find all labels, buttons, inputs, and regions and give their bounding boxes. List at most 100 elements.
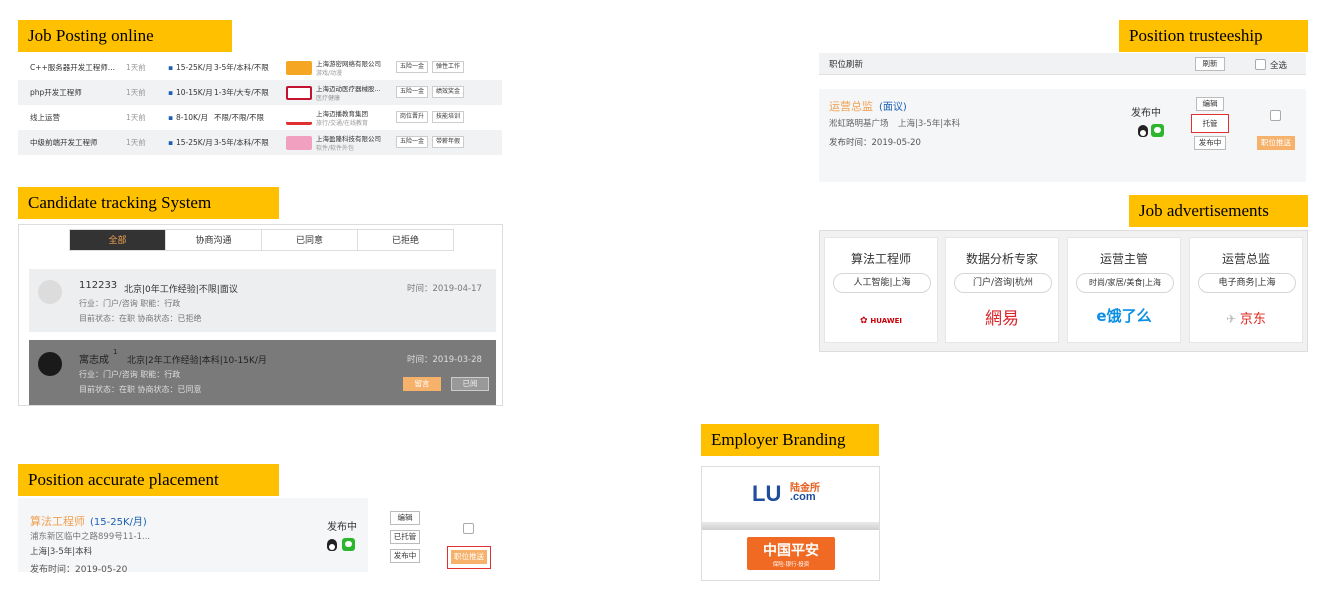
message-button[interactable]: 留言 xyxy=(403,377,441,391)
benefit-tag: 绩效奖金 xyxy=(432,86,465,98)
ad-job-title[interactable]: 数据分析专家 xyxy=(946,250,1058,267)
qq-icon[interactable] xyxy=(1138,125,1148,137)
job-title[interactable]: php开发工程师 xyxy=(30,87,122,98)
divider xyxy=(702,522,879,530)
candidate-info: 北京|2年工作经验|本科|10-15K/月 xyxy=(127,356,267,366)
publishing-button[interactable]: 发布中 xyxy=(1194,136,1226,150)
candidate-status: 目前状态：在职 协商状态：已同意 xyxy=(79,385,202,394)
job-ad-card[interactable]: 运营主管 时尚/家居/美食|上海 e饿了么 xyxy=(1067,237,1181,343)
salary: 10-15K/月 xyxy=(176,88,213,97)
edit-button[interactable]: 编辑 xyxy=(1196,97,1224,111)
company-name[interactable]: 上海迈播教育集团 xyxy=(316,108,396,118)
bookmark-icon: ▪ xyxy=(168,113,174,122)
requirements: 3-5年/本科/不限 xyxy=(214,63,269,72)
trusteeship-title: Position trusteeship xyxy=(1119,20,1308,52)
benefit-tag: 五险一金 xyxy=(396,86,429,98)
entrusted-button[interactable]: 已托管 xyxy=(390,530,420,544)
ad-job-title[interactable]: 运营总监 xyxy=(1190,250,1302,267)
wechat-icon[interactable] xyxy=(1151,124,1164,137)
qq-icon[interactable] xyxy=(327,539,337,551)
read-button[interactable]: 已阅 xyxy=(451,377,489,391)
job-card[interactable]: 运营总监 (面议) 淞虹路明基广场 上海|3-5年|本科 发布时间：2019-0… xyxy=(819,89,1306,182)
job-push-button[interactable]: 职位推送 xyxy=(451,550,487,564)
publish-date: 发布时间：2019-05-20 xyxy=(829,138,921,148)
candidate-tabs: 全部 协商沟通 已同意 已拒绝 xyxy=(69,229,456,251)
job-ad-card[interactable]: 算法工程师 人工智能|上海 ✿ HUAWEI xyxy=(824,237,938,343)
accurate-placement-title: Position accurate placement xyxy=(18,464,279,496)
job-checkbox[interactable] xyxy=(463,523,474,534)
tab-all[interactable]: 全部 xyxy=(69,229,166,251)
company-logo xyxy=(286,86,312,100)
job-card[interactable]: 算法工程师 (15-25K/月) 浦东新区临中之路899号11-1... 上海|… xyxy=(18,498,368,572)
benefit-tag: 弹性工作 xyxy=(432,61,465,73)
netease-logo: 網易 xyxy=(985,309,1019,329)
table-row[interactable]: C++服务器开发工程师... 1天前 ▪ 15-25K/月 3-5年/本科/不限… xyxy=(18,55,502,80)
select-all-label: 全选 xyxy=(1270,61,1288,71)
ad-job-tag: 时尚/家居/美食|上海 xyxy=(1076,273,1174,293)
job-title[interactable]: C++服务器开发工程师... xyxy=(30,62,122,73)
job-ad-card[interactable]: 运营总监 电子商务|上海 ✈ 京东 xyxy=(1189,237,1303,343)
requirements: 1-3年/大专/不限 xyxy=(214,88,269,97)
job-ads-panel: 算法工程师 人工智能|上海 ✿ HUAWEI 数据分析专家 门户/咨询|杭州 網… xyxy=(819,230,1308,352)
salary: 8-10K/月 xyxy=(176,113,208,122)
job-checkbox[interactable] xyxy=(1270,110,1281,121)
company-logo xyxy=(286,61,312,75)
candidate-name[interactable]: 寓志成 xyxy=(79,351,109,366)
bookmark-icon: ▪ xyxy=(168,63,174,72)
tab-rejected[interactable]: 已拒绝 xyxy=(357,229,454,251)
benefit-tag: 带薪年假 xyxy=(432,136,465,148)
candidate-card[interactable]: 112233 北京|0年工作经验|不限|面议 时间：2019-04-17 行业：… xyxy=(29,269,496,332)
company-name[interactable]: 上海游密网络有限公司 xyxy=(316,58,396,68)
wechat-icon[interactable] xyxy=(342,538,355,551)
tab-agreed[interactable]: 已同意 xyxy=(261,229,358,251)
job-title[interactable]: 运营总监 xyxy=(829,98,873,114)
select-all-checkbox[interactable] xyxy=(1255,59,1266,70)
post-time: 1天前 xyxy=(126,88,146,97)
ad-job-title[interactable]: 运营主管 xyxy=(1068,250,1180,267)
employer-branding-title: Employer Branding xyxy=(701,424,879,456)
publish-status: 发布中 xyxy=(327,522,357,533)
job-address: 浦东新区临中之路899号11-1... xyxy=(30,532,151,542)
candidate-tracking-title: Candidate tracking System xyxy=(18,187,279,219)
job-ad-card[interactable]: 数据分析专家 门户/咨询|杭州 網易 xyxy=(945,237,1059,343)
candidate-status: 目前状态：在职 协商状态：已拒绝 xyxy=(79,314,202,323)
ad-job-title[interactable]: 算法工程师 xyxy=(825,250,937,267)
avatar xyxy=(38,280,62,304)
candidate-tracking-panel: 全部 协商沟通 已同意 已拒绝 112233 北京|0年工作经验|不限|面议 时… xyxy=(18,224,503,406)
benefit-tag: 技能培训 xyxy=(432,111,465,123)
bookmark-icon: ▪ xyxy=(168,88,174,97)
entrust-button[interactable]: 托管 xyxy=(1191,114,1229,133)
tab-negotiating[interactable]: 协商沟通 xyxy=(165,229,262,251)
salary: 15-25K/月 xyxy=(176,138,213,147)
table-row[interactable]: 中级前端开发工程师 1天前 ▪ 15-25K/月 3-5年/本科/不限 上海盈隆… xyxy=(18,130,502,155)
publishing-button[interactable]: 发布中 xyxy=(390,549,420,563)
job-title[interactable]: 中级前端开发工程师 xyxy=(30,137,122,148)
candidate-card[interactable]: 寓志成 1 北京|2年工作经验|本科|10-15K/月 时间：2019-03-2… xyxy=(29,340,496,405)
ad-job-tag: 电子商务|上海 xyxy=(1198,273,1296,293)
avatar xyxy=(38,352,62,376)
ad-job-tag: 人工智能|上海 xyxy=(833,273,931,293)
table-row[interactable]: php开发工程师 1天前 ▪ 10-15K/月 1-3年/大专/不限 上海迈动医… xyxy=(18,80,502,105)
job-meta: 上海|3-5年|本科 xyxy=(30,547,93,557)
post-time: 1天前 xyxy=(126,113,146,122)
job-title[interactable]: 线上运营 xyxy=(30,112,122,123)
refresh-jobs-label: 职位刷新 xyxy=(829,60,864,70)
job-push-button[interactable]: 职位推送 xyxy=(1257,136,1295,150)
candidate-info: 北京|0年工作经验|不限|面议 xyxy=(124,285,238,295)
table-row[interactable]: 线上运营 1天前 ▪ 8-10K/月 不限/不限/不限 上海迈播教育集团 旅行/… xyxy=(18,105,502,130)
candidate-industry: 行业：门户/咨询 职能：行政 xyxy=(79,299,181,308)
edit-button[interactable]: 编辑 xyxy=(390,511,420,525)
company-logo xyxy=(286,136,312,150)
accurate-placement-panel: 算法工程师 (15-25K/月) 浦东新区临中之路899号11-1... 上海|… xyxy=(18,498,503,580)
jd-logo: ✈ 京东 xyxy=(1226,312,1266,327)
publish-status: 发布中 xyxy=(1131,108,1161,119)
negotiable-salary: (面议) xyxy=(879,102,907,113)
job-title[interactable]: 算法工程师 xyxy=(30,513,85,529)
refresh-button[interactable]: 刷新 xyxy=(1195,57,1225,71)
company-name[interactable]: 上海迈动医疗器械股... xyxy=(316,83,396,93)
company-name[interactable]: 上海盈隆科技有限公司 xyxy=(316,133,396,143)
company-logo xyxy=(286,111,312,125)
ping-an-logo: 中国平安 保险·银行·投资 xyxy=(747,537,835,570)
candidate-name[interactable]: 112233 xyxy=(79,280,117,291)
post-time: 1天前 xyxy=(126,138,146,147)
